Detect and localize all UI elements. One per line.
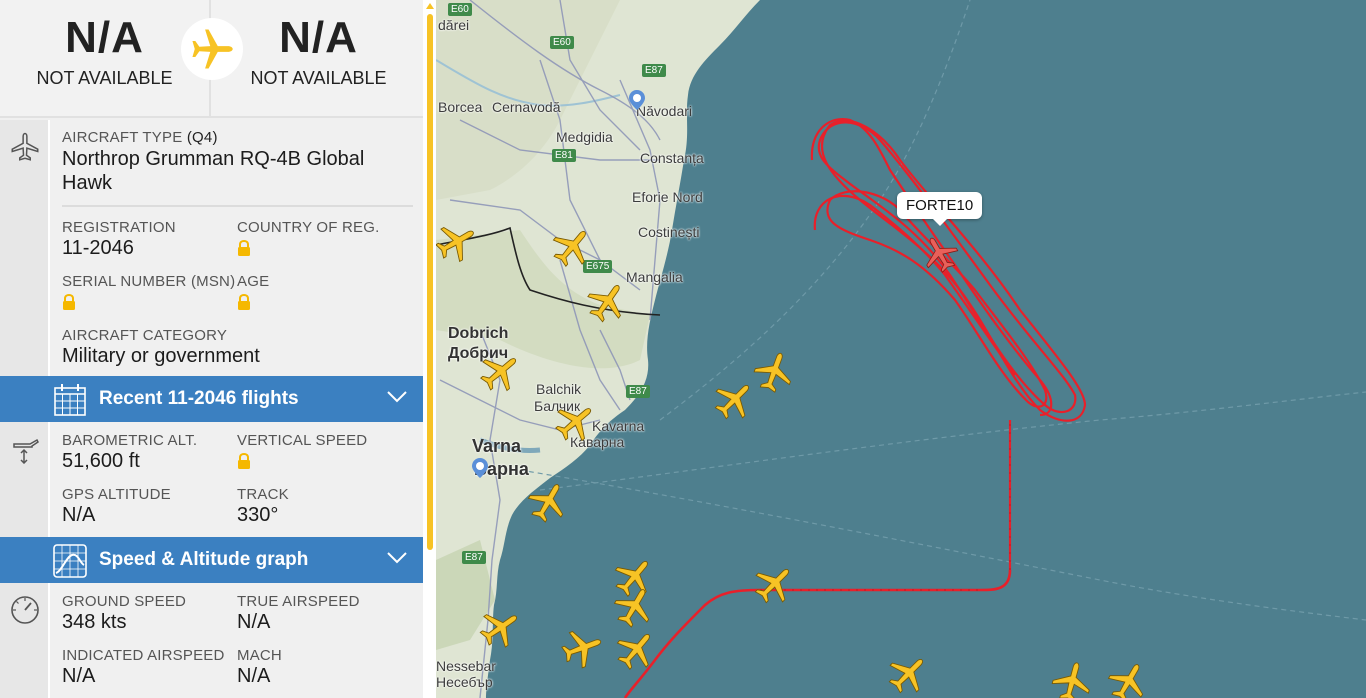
baro-alt-label: BAROMETRIC ALT. <box>62 432 198 449</box>
aircraft-type-label: AIRCRAFT TYPE <box>62 129 183 146</box>
baro-alt-value: 51,600 ft <box>62 450 140 472</box>
chevron-down-icon[interactable] <box>386 390 408 404</box>
lock-icon[interactable] <box>237 240 251 256</box>
map-label-borcea: Borcea <box>438 99 483 115</box>
gps-alt-value: N/A <box>62 504 96 526</box>
lock-icon[interactable] <box>237 294 251 310</box>
map-label-nessebar-cyr: Несебър <box>436 674 493 690</box>
indicated-airspeed-label: INDICATED AIRSPEED <box>62 647 225 664</box>
altitude-section: BAROMETRIC ALT. 51,600 ft VERTICAL SPEED… <box>0 422 423 537</box>
aircraft-section: AIRCRAFT TYPE (Q4) Northrop Grumman RQ-4… <box>0 120 423 376</box>
destination-city: NOT AVAILABLE <box>250 68 387 88</box>
aircraft-icon <box>10 132 40 162</box>
speed-altitude-graph-bar[interactable]: Speed & Altitude graph <box>0 537 423 583</box>
age-label: AGE <box>237 273 270 290</box>
track-value: 330° <box>237 504 279 526</box>
route-plane-icon <box>181 18 243 80</box>
track-label: TRACK <box>237 486 289 503</box>
road-shield: E60 <box>550 36 574 49</box>
category-label: AIRCRAFT CATEGORY <box>62 327 228 344</box>
route-header: N/A NOT AVAILABLE N/A NOT AVAILABLE <box>0 0 423 118</box>
calendar-icon <box>54 384 86 416</box>
chevron-down-icon[interactable] <box>386 551 408 565</box>
aircraft-type-code: (Q4) <box>186 129 218 146</box>
altitude-icon <box>13 438 39 464</box>
serial-label: SERIAL NUMBER (MSN) <box>62 273 236 290</box>
scrollbar-thumb[interactable] <box>427 14 433 550</box>
map-label-constanta: Constanța <box>640 150 704 166</box>
road-shield: E87 <box>626 385 650 398</box>
speedometer-icon <box>11 596 39 624</box>
true-airspeed-label: TRUE AIRSPEED <box>237 593 360 610</box>
aircraft-type-name: Northrop Grumman RQ-4B Global Hawk <box>62 148 365 194</box>
road-shield: E60 <box>448 3 472 16</box>
road-shield: E81 <box>552 149 576 162</box>
country-label: COUNTRY OF REG. <box>237 219 380 236</box>
map-label-medgidia: Medgidia <box>556 129 613 145</box>
origin-airport[interactable]: N/A NOT AVAILABLE <box>0 0 211 116</box>
destination-code: N/A <box>279 13 358 62</box>
recent-flights-title: Recent 11-2046 flights <box>99 388 299 409</box>
lock-icon[interactable] <box>237 453 251 469</box>
graph-icon <box>53 544 87 578</box>
vertical-speed-label: VERTICAL SPEED <box>237 432 368 449</box>
origin-code: N/A <box>65 13 144 62</box>
registration-value: 11-2046 <box>62 237 134 259</box>
flight-info-panel: N/A NOT AVAILABLE N/A NOT AVAILABLE AIRC… <box>0 0 436 698</box>
true-airspeed-value: N/A <box>237 611 271 633</box>
map-label-darei: dărei <box>438 17 470 33</box>
ground-speed-value: 348 kts <box>62 611 127 633</box>
mach-label: MACH <box>237 647 282 664</box>
speed-section: GROUND SPEED 348 kts TRUE AIRSPEED N/A I… <box>0 583 423 698</box>
destination-airport[interactable]: N/A NOT AVAILABLE <box>213 0 424 116</box>
lock-icon[interactable] <box>62 294 76 310</box>
mach-value: N/A <box>237 665 271 687</box>
divider <box>62 205 413 207</box>
scroll-up-icon[interactable] <box>426 3 434 9</box>
map-label-mangalia: Mangalia <box>626 269 683 285</box>
category-value: Military or government <box>62 345 260 367</box>
map-label-cernavoda: Cernavodă <box>492 99 561 115</box>
map-label-varna: Varna <box>472 436 522 456</box>
map-label-nessebar: Nessebar <box>436 658 496 674</box>
graph-title: Speed & Altitude graph <box>99 549 309 570</box>
map-label-eforie: Eforie Nord <box>632 189 703 205</box>
selected-aircraft-callout[interactable]: FORTE10 <box>897 192 983 226</box>
airport-pin-icon[interactable] <box>629 90 645 110</box>
map-label-dobrich: Dobrich <box>448 325 509 342</box>
indicated-airspeed-value: N/A <box>62 665 96 687</box>
recent-flights-bar[interactable]: Recent 11-2046 flights <box>0 376 423 422</box>
road-shield: E87 <box>462 551 486 564</box>
road-shield: E87 <box>642 64 666 77</box>
airport-pin-icon[interactable] <box>472 458 488 478</box>
map-label-costinesti: Costinești <box>638 224 700 240</box>
gps-alt-label: GPS ALTITUDE <box>62 486 171 503</box>
registration-label: REGISTRATION <box>62 219 176 236</box>
ground-speed-label: GROUND SPEED <box>62 593 187 610</box>
origin-city: NOT AVAILABLE <box>36 68 173 88</box>
